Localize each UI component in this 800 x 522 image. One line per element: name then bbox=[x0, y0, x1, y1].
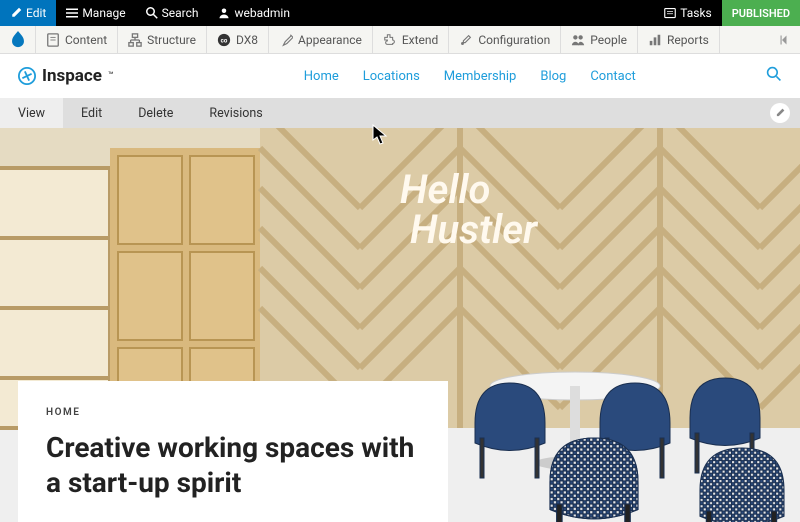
search-label: Search bbox=[162, 6, 199, 20]
config-icon bbox=[459, 33, 473, 47]
adminbar-label: Appearance bbox=[298, 33, 362, 47]
tab-label: View bbox=[18, 106, 45, 121]
dx8-icon: co bbox=[217, 33, 231, 47]
adminbar-appearance[interactable]: Appearance bbox=[269, 26, 373, 53]
nav-contact[interactable]: Contact bbox=[590, 69, 635, 84]
nav-membership[interactable]: Membership bbox=[444, 69, 517, 84]
reports-icon bbox=[648, 33, 662, 47]
edit-mode-button[interactable]: Edit bbox=[0, 0, 56, 26]
site-logo[interactable]: Inspace ™ bbox=[18, 66, 114, 86]
trademark: ™ bbox=[108, 71, 114, 81]
search-icon bbox=[766, 66, 782, 82]
adminbar-label: Reports bbox=[667, 33, 709, 47]
adminbar-extend[interactable]: Extend bbox=[373, 26, 449, 53]
spacer bbox=[281, 98, 760, 128]
search-button[interactable] bbox=[766, 66, 782, 86]
hamburger-icon bbox=[66, 7, 78, 19]
hero-card: HOME Creative working spaces with a star… bbox=[18, 381, 448, 522]
structure-icon bbox=[128, 33, 142, 47]
adminbar-label: Configuration bbox=[478, 33, 550, 47]
published-badge[interactable]: PUBLISHED bbox=[722, 0, 800, 26]
edit-label: Edit bbox=[26, 6, 46, 20]
nav-locations[interactable]: Locations bbox=[363, 69, 420, 84]
collapse-button[interactable] bbox=[770, 26, 800, 53]
tab-label: Revisions bbox=[209, 106, 262, 121]
tasks-icon bbox=[664, 7, 676, 19]
search-icon bbox=[146, 7, 158, 19]
manage-button[interactable]: Manage bbox=[56, 0, 135, 26]
pencil-icon bbox=[775, 108, 785, 118]
breadcrumb[interactable]: HOME bbox=[46, 407, 420, 418]
page-headline: Creative working spaces with a start-up … bbox=[46, 430, 420, 500]
published-label: PUBLISHED bbox=[732, 7, 790, 20]
hero-image: Hello Hustler bbox=[0, 128, 800, 522]
main-nav: Home Locations Membership Blog Contact bbox=[244, 69, 636, 84]
adminbar-label: Content bbox=[65, 33, 107, 47]
tab-edit[interactable]: Edit bbox=[63, 98, 120, 128]
adminbar-label: DX8 bbox=[236, 33, 258, 47]
local-tabs: View Edit Delete Revisions bbox=[0, 98, 800, 128]
adminbar-structure[interactable]: Structure bbox=[118, 26, 207, 53]
adminbar-label: Extend bbox=[402, 33, 438, 47]
adminbar-label: Structure bbox=[147, 33, 196, 47]
person-icon bbox=[218, 7, 230, 19]
search-button[interactable]: Search bbox=[136, 0, 209, 26]
tasks-label: Tasks bbox=[680, 6, 712, 20]
manage-label: Manage bbox=[82, 6, 125, 20]
tasks-button[interactable]: Tasks bbox=[654, 0, 722, 26]
user-label: webadmin bbox=[234, 6, 289, 20]
adminbar-reports[interactable]: Reports bbox=[638, 26, 720, 53]
pencil-icon bbox=[10, 7, 22, 19]
arrow-left-icon bbox=[779, 34, 791, 46]
drupal-home-icon[interactable] bbox=[0, 26, 36, 53]
extend-icon bbox=[383, 33, 397, 47]
svg-text:co: co bbox=[221, 37, 228, 44]
adminbar-people[interactable]: People bbox=[561, 26, 638, 53]
user-button[interactable]: webadmin bbox=[208, 0, 299, 26]
adminbar-label: People bbox=[590, 33, 627, 47]
tab-delete[interactable]: Delete bbox=[120, 98, 191, 128]
tab-view[interactable]: View bbox=[0, 98, 63, 128]
nav-blog[interactable]: Blog bbox=[540, 69, 566, 84]
tab-label: Edit bbox=[81, 106, 102, 121]
admin-menu: Content Structure co DX8 Appearance Exte… bbox=[0, 26, 800, 54]
site-header: Inspace ™ Home Locations Membership Blog … bbox=[0, 54, 800, 98]
adminbar-configuration[interactable]: Configuration bbox=[449, 26, 561, 53]
people-icon bbox=[571, 33, 585, 47]
logo-mark-icon bbox=[18, 67, 36, 85]
contextual-edit-button[interactable] bbox=[770, 103, 790, 123]
nav-home[interactable]: Home bbox=[304, 69, 339, 84]
site-name: Inspace bbox=[42, 66, 102, 86]
tab-revisions[interactable]: Revisions bbox=[191, 98, 280, 128]
adminbar-dx8[interactable]: co DX8 bbox=[207, 26, 269, 53]
adminbar-content[interactable]: Content bbox=[36, 26, 118, 53]
content-icon bbox=[46, 33, 60, 47]
tab-label: Delete bbox=[138, 106, 173, 121]
admin-topbar: Edit Manage Search webadmin Tasks PUBLIS… bbox=[0, 0, 800, 26]
sign-line2: Hustler bbox=[410, 206, 538, 253]
appearance-icon bbox=[279, 33, 293, 47]
